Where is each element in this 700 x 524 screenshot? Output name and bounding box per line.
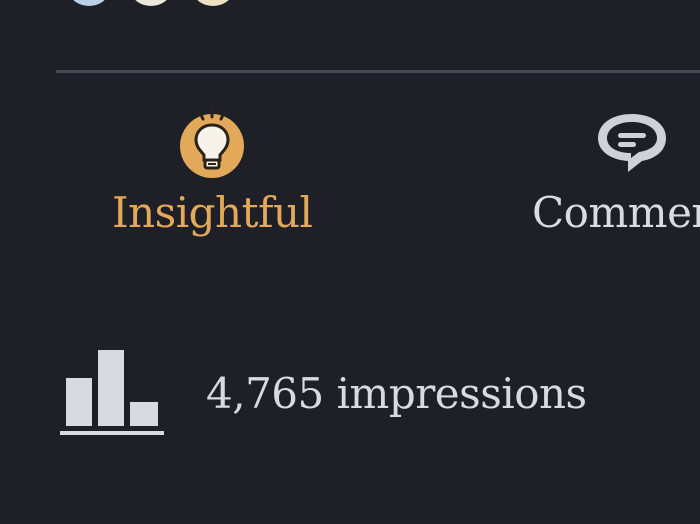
insightful-reaction-icon <box>192 0 234 8</box>
reaction-summary[interactable] <box>68 0 238 8</box>
impressions-stat[interactable]: 4,765 impressions <box>60 348 587 438</box>
comment-label: Commen <box>532 188 700 237</box>
bar-chart-icon <box>60 350 164 435</box>
comment-bubble-icon <box>598 114 666 172</box>
like-reaction-icon <box>68 0 110 8</box>
comment-button[interactable]: Commen <box>532 106 700 234</box>
impressions-count: 4,765 impressions <box>206 368 587 418</box>
celebrate-reaction-icon <box>130 0 172 8</box>
divider <box>56 70 700 73</box>
insightful-label: Insightful <box>112 188 313 237</box>
lightbulb-icon <box>180 108 244 178</box>
insightful-button[interactable]: Insightful <box>112 106 313 237</box>
